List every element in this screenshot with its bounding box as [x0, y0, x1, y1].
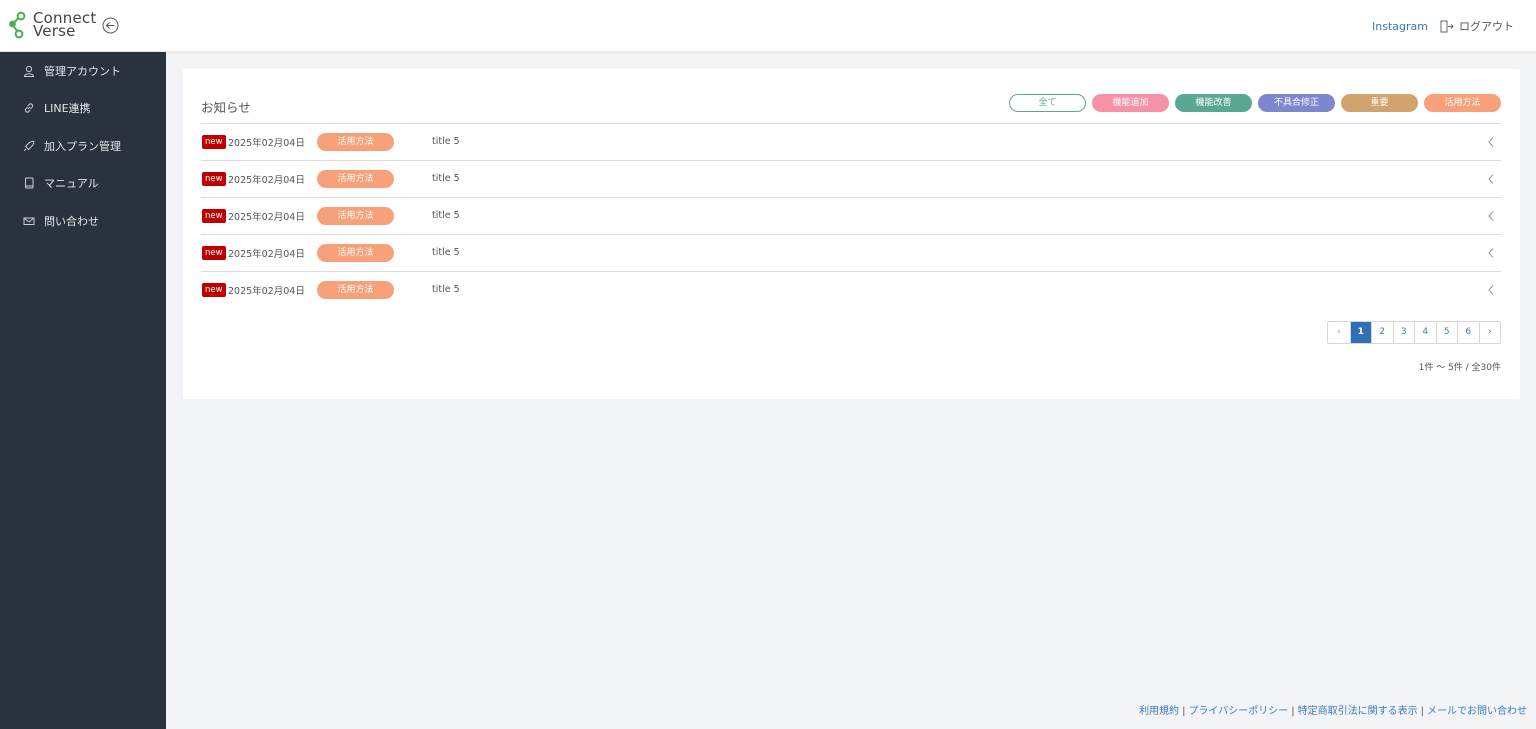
logout-icon — [1440, 20, 1454, 32]
filter-improvement[interactable]: 機能改善 — [1175, 94, 1252, 112]
sidebar-item-contact[interactable]: 問い合わせ — [0, 202, 166, 240]
rocket-icon — [23, 140, 35, 151]
notice-title: title 5 — [432, 284, 460, 295]
footer-terms-link[interactable]: 利用規約 — [1139, 706, 1179, 717]
category-filters: 全て 機能追加 機能改善 不具合修正 重要 活用方法 — [1003, 94, 1501, 112]
notice-category-tag: 活用方法 — [317, 207, 394, 225]
notice-title: title 5 — [432, 136, 460, 147]
sidebar-item-label: 管理アカウント — [44, 64, 121, 78]
sidebar: 管理アカウント LINE連携 加入プラン管理 マニュアル 問い合わせ — [0, 52, 166, 729]
pagination: ‹ 1 2 3 4 5 6 › — [1327, 321, 1501, 344]
mail-icon — [23, 217, 35, 225]
logout-label: ログアウト — [1459, 20, 1514, 33]
chevron-left-icon — [1488, 285, 1494, 295]
new-badge: new — [202, 209, 226, 223]
filter-all[interactable]: 全て — [1009, 94, 1086, 112]
pagination-page-4[interactable]: 4 — [1414, 322, 1436, 343]
page-title: お知らせ — [201, 100, 251, 115]
filter-feature-add[interactable]: 機能追加 — [1092, 94, 1169, 112]
notice-category-tag: 活用方法 — [317, 170, 394, 188]
new-badge: new — [202, 172, 226, 186]
sidebar-item-accounts[interactable]: 管理アカウント — [0, 52, 166, 90]
footer-links: 利用規約 | プライバシーポリシー | 特定商取引法に関する表示 | メールでお問い合わせ — [1139, 702, 1527, 717]
top-header: Connect Verse Instagram ログアウト — [0, 0, 1536, 52]
filter-important[interactable]: 重要 — [1341, 94, 1418, 112]
pagination-page-2[interactable]: 2 — [1371, 322, 1393, 343]
list-item[interactable]: new 2025年02月04日 活用方法 title 5 — [201, 272, 1501, 309]
notices-card: お知らせ 全て 機能追加 機能改善 不具合修正 重要 活用方法 new 2025… — [183, 69, 1520, 399]
new-badge: new — [202, 135, 226, 149]
footer-contact-link[interactable]: メールでお問い合わせ — [1427, 706, 1527, 717]
notice-date: 2025年02月04日 — [228, 138, 305, 149]
sidebar-item-line[interactable]: LINE連携 — [0, 90, 166, 128]
notice-title: title 5 — [432, 173, 460, 184]
logo-text: Connect Verse — [33, 11, 96, 39]
footer-separator: | — [1182, 706, 1186, 717]
notice-date: 2025年02月04日 — [228, 286, 305, 297]
user-icon — [23, 65, 35, 77]
notice-category-tag: 活用方法 — [317, 281, 394, 299]
notice-category-tag: 活用方法 — [317, 133, 394, 151]
sidebar-item-label: 問い合わせ — [44, 214, 99, 228]
chevron-left-icon — [1488, 248, 1494, 258]
new-badge: new — [202, 283, 226, 297]
pagination-page-1[interactable]: 1 — [1349, 322, 1371, 343]
chevron-left-icon — [1488, 211, 1494, 221]
logo-mark-icon — [9, 11, 26, 39]
book-icon — [25, 177, 34, 189]
sidebar-item-label: マニュアル — [44, 177, 99, 191]
list-item[interactable]: new 2025年02月04日 活用方法 title 5 — [201, 198, 1501, 235]
list-item[interactable]: new 2025年02月04日 活用方法 title 5 — [201, 124, 1501, 161]
notice-date: 2025年02月04日 — [228, 249, 305, 260]
notice-date: 2025年02月04日 — [228, 175, 305, 186]
notice-list: new 2025年02月04日 活用方法 title 5 new 2025年02… — [201, 123, 1501, 309]
notice-date: 2025年02月04日 — [228, 212, 305, 223]
pagination-prev[interactable]: ‹ — [1328, 322, 1350, 343]
footer-separator: | — [1291, 706, 1295, 717]
sidebar-item-label: LINE連携 — [44, 102, 91, 116]
logo[interactable]: Connect Verse — [8, 11, 96, 39]
footer-separator: | — [1420, 706, 1424, 717]
new-badge: new — [202, 246, 226, 260]
footer-commerce-link[interactable]: 特定商取引法に関する表示 — [1298, 706, 1418, 717]
sidebar-item-plan[interactable]: 加入プラン管理 — [0, 127, 166, 165]
logout-button[interactable]: ログアウト — [1440, 18, 1514, 34]
link-icon — [24, 103, 34, 113]
list-item[interactable]: new 2025年02月04日 活用方法 title 5 — [201, 235, 1501, 272]
chevron-left-icon — [1488, 137, 1494, 147]
pagination-next[interactable]: › — [1478, 322, 1501, 343]
result-count: 1件 〜 5件 / 全30件 — [1418, 363, 1501, 373]
footer-privacy-link[interactable]: プライバシーポリシー — [1188, 706, 1288, 717]
list-item[interactable]: new 2025年02月04日 活用方法 title 5 — [201, 161, 1501, 198]
pagination-page-6[interactable]: 6 — [1457, 322, 1479, 343]
notice-title: title 5 — [432, 210, 460, 221]
instagram-link[interactable]: Instagram — [1372, 20, 1428, 33]
notice-title: title 5 — [432, 247, 460, 258]
notice-category-tag: 活用方法 — [317, 244, 394, 262]
sidebar-item-manual[interactable]: マニュアル — [0, 165, 166, 203]
sidebar-item-label: 加入プラン管理 — [44, 139, 121, 153]
collapse-sidebar-icon[interactable] — [102, 17, 119, 34]
filter-usage[interactable]: 活用方法 — [1424, 94, 1501, 112]
chevron-left-icon — [1488, 174, 1494, 184]
pagination-page-3[interactable]: 3 — [1392, 322, 1415, 343]
filter-bugfix[interactable]: 不具合修正 — [1258, 94, 1335, 112]
pagination-page-5[interactable]: 5 — [1435, 322, 1458, 343]
